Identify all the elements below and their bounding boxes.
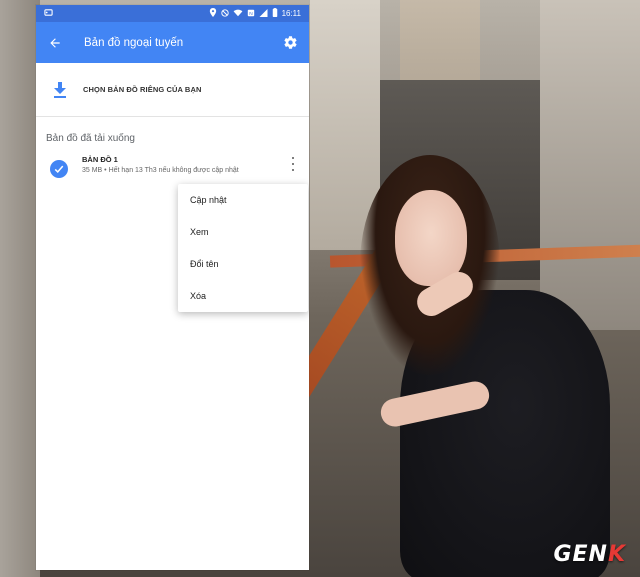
more-options-icon[interactable] <box>289 157 297 171</box>
status-bar: N 16:11 <box>36 5 309 22</box>
app-bar: Bản đồ ngoại tuyến <box>36 22 309 63</box>
photo-building-left <box>0 0 40 577</box>
downloaded-map-item[interactable]: BẢN ĐỒ 1 35 MB • Hết hạn 13 Th3 nếu khôn… <box>36 147 309 178</box>
map-name: BẢN ĐỒ 1 <box>82 155 118 164</box>
gear-icon[interactable] <box>281 34 299 52</box>
menu-item-delete[interactable]: Xóa <box>178 280 308 312</box>
phone-screen: N 16:11 Bản đồ ngoại tuyến CHỌN BẢN ĐỒ R… <box>36 5 309 570</box>
choose-custom-map-label: CHỌN BẢN ĐỒ RIÊNG CỦA BẠN <box>83 85 202 94</box>
map-item-texts: BẢN ĐỒ 1 35 MB • Hết hạn 13 Th3 nếu khôn… <box>82 155 239 174</box>
watermark-accent: K <box>607 542 626 567</box>
battery-icon <box>272 8 278 19</box>
map-context-menu: Cập nhật Xem Đổi tên Xóa <box>178 184 308 312</box>
wifi-icon <box>233 9 243 19</box>
photo-building <box>540 0 640 330</box>
location-icon <box>209 8 217 19</box>
menu-item-rename[interactable]: Đổi tên <box>178 248 308 280</box>
genk-watermark: GENK <box>553 542 626 567</box>
menu-item-view[interactable]: Xem <box>178 216 308 248</box>
mute-icon <box>220 8 229 19</box>
back-arrow-icon[interactable] <box>46 34 64 52</box>
watermark-text: GEN <box>553 542 608 567</box>
signal-icon <box>259 8 268 19</box>
status-time: 16:11 <box>281 8 301 18</box>
downloaded-maps-heading: Bản đồ đã tải xuống <box>46 133 135 144</box>
map-meta: 35 MB • Hết hạn 13 Th3 nếu không được cậ… <box>82 167 239 174</box>
download-icon <box>52 81 68 98</box>
nfc-icon: N <box>247 9 255 19</box>
status-icons: N 16:11 <box>209 8 301 19</box>
check-circle-icon <box>50 160 68 178</box>
notification-icon <box>44 8 53 19</box>
svg-text:N: N <box>249 11 253 17</box>
menu-item-update[interactable]: Cập nhật <box>178 184 308 216</box>
choose-custom-map-button[interactable]: CHỌN BẢN ĐỒ RIÊNG CỦA BẠN <box>36 63 309 117</box>
page-title: Bản đồ ngoại tuyến <box>84 36 184 49</box>
